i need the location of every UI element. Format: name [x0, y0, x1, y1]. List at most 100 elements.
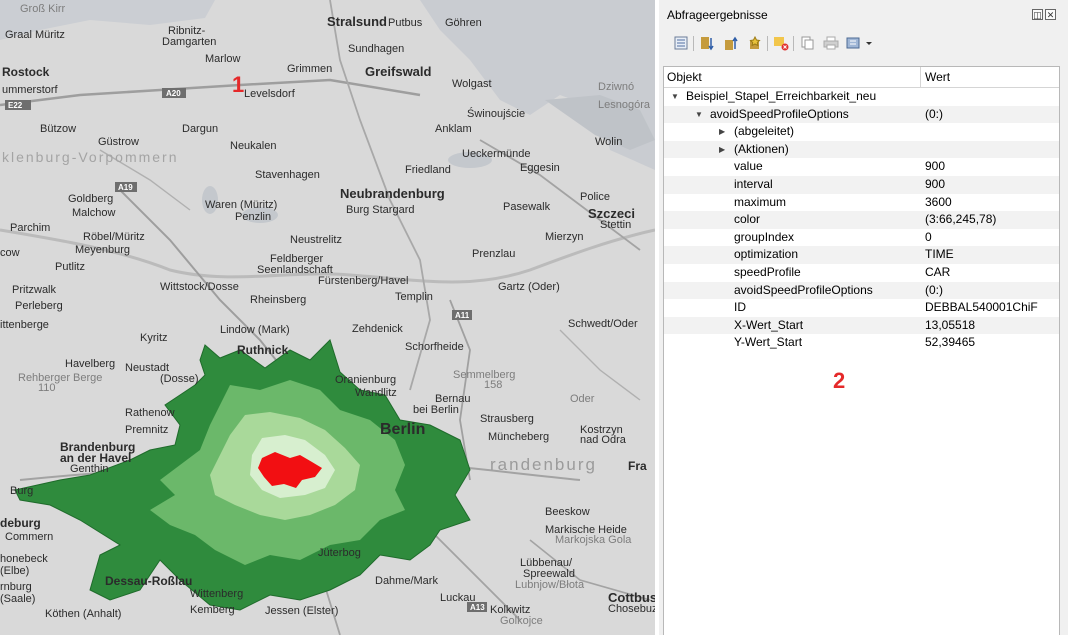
svg-text:Goldberg: Goldberg	[68, 193, 113, 205]
svg-text:Rehberger Berge: Rehberger Berge	[18, 372, 102, 384]
panel-title: Abfrageergebnisse	[667, 8, 768, 22]
svg-text:Wolin: Wolin	[595, 136, 622, 148]
row-value: (0:)	[925, 106, 943, 121]
tree-row[interactable]: ▶ (Aktionen)	[664, 140, 1059, 159]
svg-text:Putlitz: Putlitz	[55, 261, 85, 273]
svg-text:Ruthnick: Ruthnick	[237, 343, 289, 357]
svg-text:A20: A20	[166, 89, 181, 98]
tree-row[interactable]: X-Wert_Start 13,05518	[664, 316, 1059, 335]
row-label: avoidSpeedProfileOptions	[710, 106, 849, 121]
svg-text:Wittenberg: Wittenberg	[190, 588, 243, 600]
row-label: Beispiel_Stapel_Erreichbarkeit_neu	[686, 89, 877, 103]
expand-caret-icon[interactable]: ▶	[719, 123, 725, 141]
svg-text:A11: A11	[455, 311, 470, 320]
svg-text:Grimmen: Grimmen	[287, 63, 332, 75]
svg-text:110: 110	[38, 382, 56, 394]
collapse-tree-button[interactable]	[697, 33, 717, 53]
svg-text:Gartz (Oder): Gartz (Oder)	[498, 281, 560, 293]
svg-text:Burg Stargard: Burg Stargard	[346, 204, 414, 216]
row-value: 900	[925, 177, 946, 191]
print-button[interactable]	[821, 33, 841, 53]
svg-text:Marlow: Marlow	[205, 53, 241, 65]
svg-text:nad Odra: nad Odra	[580, 434, 627, 446]
basemap: E22 A20 A19 A11 A13 Groß Kirr Ribnitz- D…	[0, 0, 655, 635]
expand-tree-icon	[674, 36, 688, 50]
svg-text:Malchow: Malchow	[72, 207, 115, 219]
column-header-object[interactable]: Objekt	[667, 67, 702, 87]
row-value: 0	[925, 229, 932, 244]
row-label: ID	[734, 300, 746, 315]
svg-text:Beeskow: Beeskow	[545, 506, 590, 518]
results-toolbar	[665, 33, 1055, 55]
svg-text:Luckau: Luckau	[440, 592, 475, 604]
identify-mode-dropdown[interactable]	[845, 33, 875, 53]
svg-text:Meyenburg: Meyenburg	[75, 244, 130, 256]
tree-row[interactable]: speedProfile CAR	[664, 264, 1059, 282]
results-tree[interactable]: Objekt Wert ▼ Beispiel_Stapel_Erreichbark…	[663, 66, 1060, 635]
tree-row[interactable]: ▼ Beispiel_Stapel_Erreichbarkeit_neu	[664, 88, 1059, 106]
svg-text:Köthen (Anhalt): Köthen (Anhalt)	[45, 608, 121, 620]
float-panel-button[interactable]: ◫	[1032, 9, 1043, 20]
tree-row[interactable]: optimization TIME	[664, 246, 1059, 264]
row-label: groupIndex	[734, 229, 795, 244]
copy-button[interactable]	[797, 33, 817, 53]
tree-row[interactable]: value 900	[664, 158, 1059, 176]
svg-text:(Elbe): (Elbe)	[0, 565, 29, 577]
svg-text:Wolgast: Wolgast	[452, 78, 492, 90]
svg-text:Pasewalk: Pasewalk	[503, 201, 551, 213]
svg-text:Prenzlau: Prenzlau	[472, 248, 515, 260]
svg-text:Schwedt/Oder: Schwedt/Oder	[568, 318, 638, 330]
collapse-caret-icon[interactable]: ▼	[695, 106, 703, 124]
svg-text:Fürstenberg/Havel: Fürstenberg/Havel	[318, 275, 409, 287]
column-header-value[interactable]: Wert	[925, 67, 950, 87]
tree-row[interactable]: ID DEBBAL540001ChiF	[664, 299, 1059, 317]
svg-text:Anklam: Anklam	[435, 123, 472, 135]
svg-text:Eggesin: Eggesin	[520, 162, 560, 174]
copy-icon	[801, 36, 814, 50]
row-label: value	[734, 159, 763, 174]
expand-all-button[interactable]	[721, 33, 741, 53]
tree-row[interactable]: Y-Wert_Start 52,39465	[664, 334, 1059, 352]
svg-text:ummerstorf: ummerstorf	[2, 84, 59, 96]
svg-text:Waren (Müritz): Waren (Müritz)	[205, 199, 277, 211]
svg-text:randenburg: randenburg	[490, 455, 597, 474]
svg-text:Jessen (Elster): Jessen (Elster)	[265, 605, 338, 617]
expand-tree-button[interactable]	[671, 33, 691, 53]
svg-text:Levelsdorf: Levelsdorf	[244, 88, 296, 100]
tree-row[interactable]: color (3:66,245,78)	[664, 211, 1059, 229]
svg-text:Stavenhagen: Stavenhagen	[255, 169, 320, 181]
tree-row[interactable]: ▶ (abgeleitet)	[664, 123, 1059, 141]
row-value: 52,39465	[925, 335, 976, 350]
svg-text:Oder: Oder	[570, 393, 595, 405]
close-panel-button[interactable]: ✕	[1045, 9, 1056, 20]
row-value: 13,05518	[925, 317, 976, 332]
tree-row[interactable]: avoidSpeedProfileOptions (0:)	[664, 281, 1059, 300]
svg-text:Burg: Burg	[10, 485, 33, 497]
collapse-caret-icon[interactable]: ▼	[671, 88, 679, 106]
svg-text:Bützow: Bützow	[40, 123, 76, 135]
svg-text:Havelberg: Havelberg	[65, 358, 115, 370]
select-feature-button[interactable]	[745, 33, 765, 53]
annotation-2: 2	[833, 368, 846, 393]
svg-text:E22: E22	[8, 101, 23, 110]
tree-row[interactable]: groupIndex 0	[664, 229, 1059, 247]
clear-results-button[interactable]	[771, 33, 791, 53]
tree-row[interactable]: ▼ avoidSpeedProfileOptions (0:)	[664, 105, 1059, 124]
tree-header: Objekt Wert	[664, 67, 1059, 88]
row-label: speedProfile	[734, 265, 801, 279]
svg-text:Rostock: Rostock	[2, 65, 50, 79]
svg-text:honebeck: honebeck	[0, 553, 48, 565]
row-label: interval	[734, 177, 773, 191]
svg-text:Röbel/Müritz: Röbel/Müritz	[83, 231, 145, 243]
svg-text:Mierzyn: Mierzyn	[545, 231, 584, 243]
tree-row[interactable]: interval 900	[664, 176, 1059, 194]
svg-text:Wittstock/Dosse: Wittstock/Dosse	[160, 281, 239, 293]
identify-mode-icon	[846, 37, 872, 49]
svg-text:Fra: Fra	[628, 459, 647, 473]
expand-caret-icon[interactable]: ▶	[719, 141, 725, 159]
svg-text:Kyritz: Kyritz	[140, 332, 168, 344]
tree-row[interactable]: maximum 3600	[664, 194, 1059, 212]
svg-text:Dahme/Mark: Dahme/Mark	[375, 575, 438, 587]
map-canvas[interactable]: E22 A20 A19 A11 A13 Groß Kirr Ribnitz- D…	[0, 0, 655, 635]
svg-text:Genthin: Genthin	[70, 463, 109, 475]
